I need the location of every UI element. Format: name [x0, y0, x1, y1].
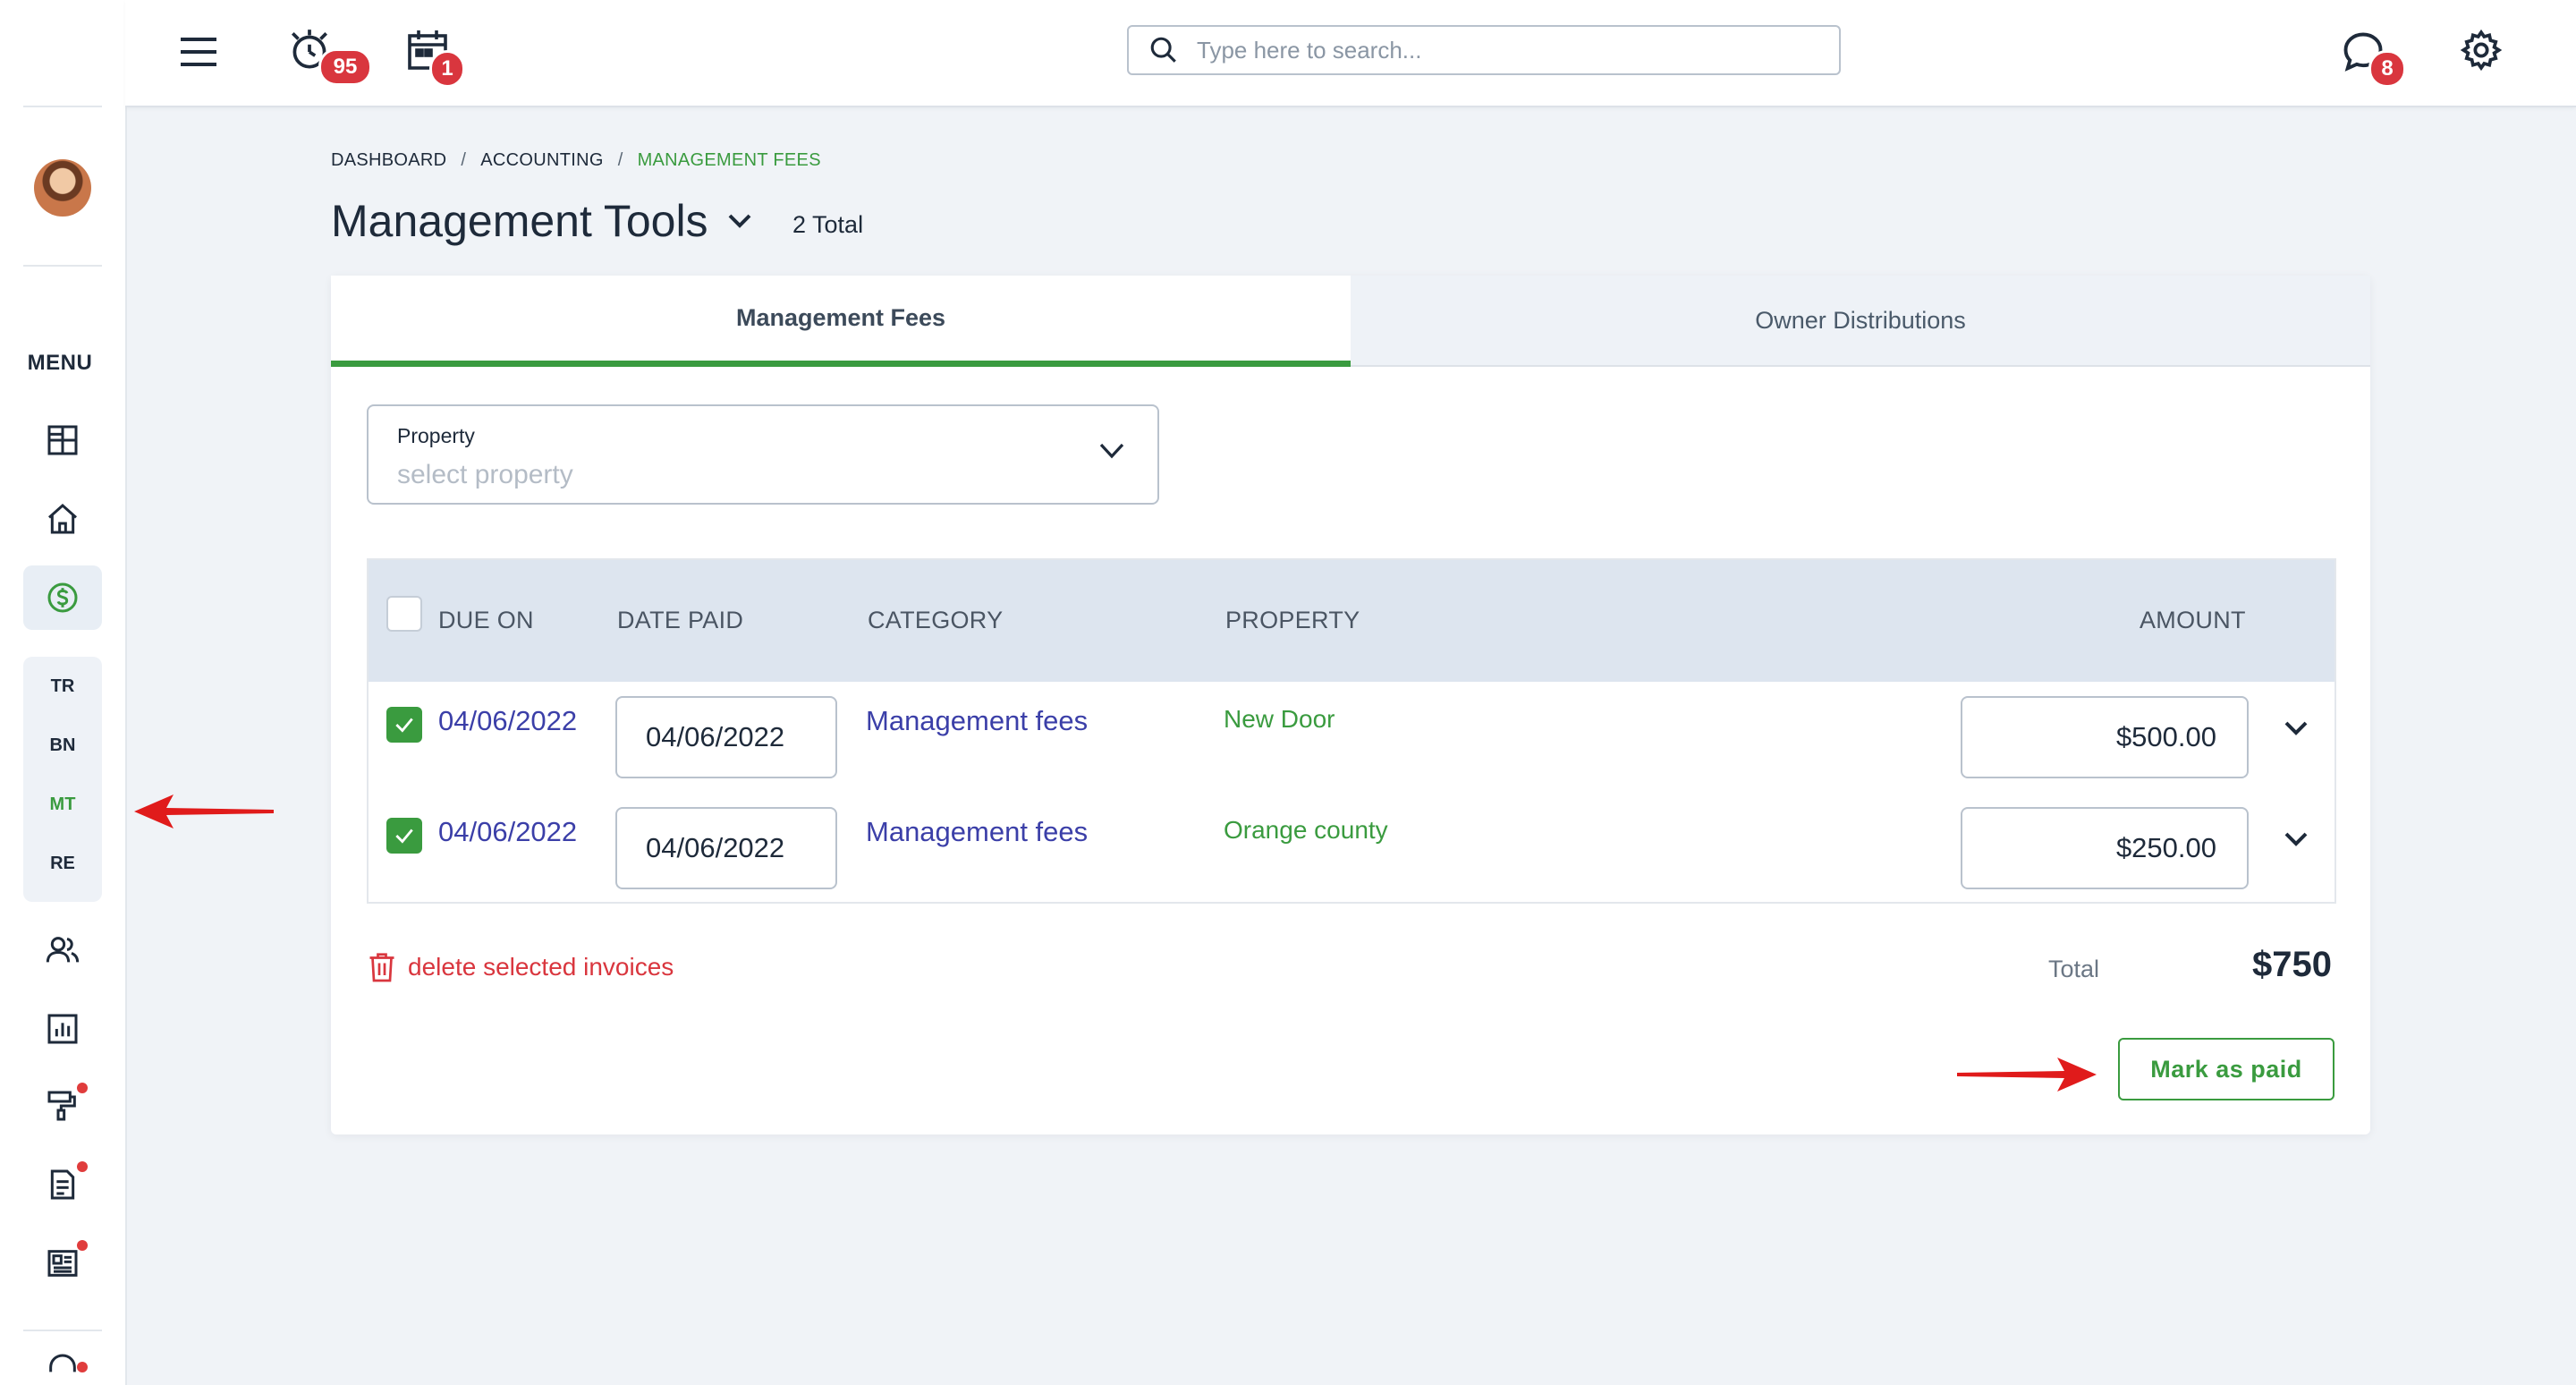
hamburger-menu-button[interactable] [172, 27, 225, 77]
breadcrumb-accounting[interactable]: ACCOUNTING [480, 150, 603, 170]
column-header-category[interactable]: CATEGORY [868, 607, 1003, 634]
breadcrumb-dashboard[interactable]: DASHBOARD [331, 150, 446, 170]
notification-dot [77, 1240, 88, 1251]
chevron-down-icon[interactable] [2283, 719, 2309, 737]
home-icon [48, 503, 77, 534]
breadcrumb-separator: / [461, 150, 467, 170]
due-on-link[interactable]: 04/06/2022 [438, 705, 577, 737]
top-bar: 95 1 8 [125, 0, 2576, 107]
chat-badge: 8 [2368, 50, 2406, 88]
tab-bar: Management Fees Owner Distributions [331, 276, 2370, 367]
hamburger-icon [181, 38, 216, 66]
sidebar-item-accounting[interactable] [23, 565, 102, 630]
management-fees-card: Management Fees Owner Distributions Prop… [331, 276, 2370, 1134]
property-link[interactable]: Orange county [1224, 816, 1388, 845]
breadcrumb-separator: / [617, 150, 623, 170]
total-label: Total [2048, 956, 2100, 982]
date-paid-input[interactable]: 04/06/2022 [615, 696, 837, 778]
sidebar-item-maintenance[interactable] [23, 1074, 102, 1138]
sidebar-item-support[interactable] [23, 1347, 102, 1385]
submenu-item-re[interactable]: RE [23, 834, 102, 893]
menu-label: MENU [27, 351, 93, 375]
chevron-down-icon [1099, 443, 1124, 459]
avatar[interactable] [34, 159, 91, 217]
submenu-item-tr[interactable]: TR [23, 657, 102, 716]
newspaper-icon [47, 1250, 78, 1277]
annotation-arrow-left [134, 794, 274, 828]
sidebar-item-listings[interactable] [23, 1231, 102, 1296]
total-value: $750 [2252, 945, 2332, 984]
calendar-button[interactable]: 1 [402, 23, 465, 88]
check-icon [395, 828, 413, 844]
sidebar-divider [23, 1330, 102, 1331]
property-select-placeholder: select property [397, 460, 573, 489]
row-checkbox[interactable] [386, 818, 422, 854]
tab-owner-distributions[interactable]: Owner Distributions [1351, 276, 2370, 367]
date-paid-input[interactable]: 04/06/2022 [615, 807, 837, 889]
total-count: 2 Total [792, 211, 864, 238]
chevron-down-icon[interactable] [2283, 830, 2309, 848]
column-header-due-on[interactable]: DUE ON [438, 607, 534, 634]
dollar-icon [47, 582, 78, 613]
trash-icon [369, 953, 394, 982]
sidebar-item-people[interactable] [23, 918, 102, 982]
settings-button[interactable] [2454, 23, 2508, 77]
page-title: Management Tools [331, 196, 708, 246]
property-select[interactable]: Property select property [367, 404, 1159, 505]
category-link[interactable]: Management fees [866, 705, 1088, 737]
sidebar-item-home[interactable] [23, 487, 102, 551]
calendar-badge: 1 [429, 50, 465, 88]
alarm-button[interactable]: 95 [284, 23, 372, 86]
invoices-table: DUE ON DATE PAID CATEGORY PROPERTY AMOUN… [367, 558, 2336, 904]
sidebar-divider [23, 106, 102, 107]
alarm-badge: 95 [318, 48, 372, 86]
submenu-item-bn[interactable]: BN [23, 716, 102, 775]
search-icon [1150, 37, 1176, 63]
gear-icon [2460, 29, 2503, 72]
paint-roller-icon [47, 1091, 76, 1121]
chevron-down-icon [728, 214, 750, 228]
report-chart-icon [47, 1014, 78, 1044]
sidebar-item-dashboard[interactable] [23, 408, 102, 472]
due-on-link[interactable]: 04/06/2022 [438, 816, 577, 848]
tab-management-fees[interactable]: Management Fees [331, 276, 1351, 367]
notification-dot [77, 1362, 88, 1372]
category-link[interactable]: Management fees [866, 816, 1088, 848]
people-icon [46, 937, 80, 963]
accounting-submenu: TR BN MT RE [23, 657, 102, 902]
breadcrumb-current: MANAGEMENT FEES [637, 150, 821, 170]
notification-dot [77, 1083, 88, 1093]
sidebar: MENU TR BN MT RE [0, 0, 127, 1385]
column-header-date-paid[interactable]: DATE PAID [617, 607, 743, 634]
annotation-arrow-right [1957, 1058, 2097, 1092]
dashboard-icon [47, 425, 78, 455]
page-title-dropdown[interactable]: Management Tools [331, 195, 753, 247]
chat-button[interactable]: 8 [2338, 25, 2406, 88]
search-input[interactable] [1195, 35, 1839, 65]
sidebar-item-documents[interactable] [23, 1152, 102, 1217]
sidebar-item-reports[interactable] [23, 997, 102, 1061]
notification-dot [77, 1161, 88, 1172]
check-icon [395, 718, 413, 733]
row-checkbox[interactable] [386, 707, 422, 743]
select-all-checkbox[interactable] [386, 596, 422, 632]
delete-selected-label: delete selected invoices [408, 953, 674, 981]
sidebar-divider [23, 265, 102, 267]
table-row: 04/06/2022 04/06/2022 Management fees Or… [369, 794, 2334, 905]
column-header-property[interactable]: PROPERTY [1225, 607, 1360, 634]
amount-input[interactable]: $500.00 [1961, 696, 2249, 778]
property-link[interactable]: New Door [1224, 705, 1335, 734]
search-bar[interactable] [1127, 25, 1841, 75]
column-header-amount[interactable]: AMOUNT [2140, 607, 2246, 634]
table-row: 04/06/2022 04/06/2022 Management fees Ne… [369, 684, 2334, 794]
document-icon [50, 1169, 75, 1200]
submenu-item-mt[interactable]: MT [23, 775, 102, 834]
support-icon [49, 1354, 76, 1372]
breadcrumb: DASHBOARD / ACCOUNTING / MANAGEMENT FEES [331, 150, 821, 171]
mark-as-paid-button[interactable]: Mark as paid [2118, 1038, 2334, 1100]
table-header: DUE ON DATE PAID CATEGORY PROPERTY AMOUN… [369, 560, 2334, 682]
amount-input[interactable]: $250.00 [1961, 807, 2249, 889]
delete-selected-button[interactable]: delete selected invoices [369, 952, 674, 982]
property-select-label: Property [397, 424, 475, 447]
